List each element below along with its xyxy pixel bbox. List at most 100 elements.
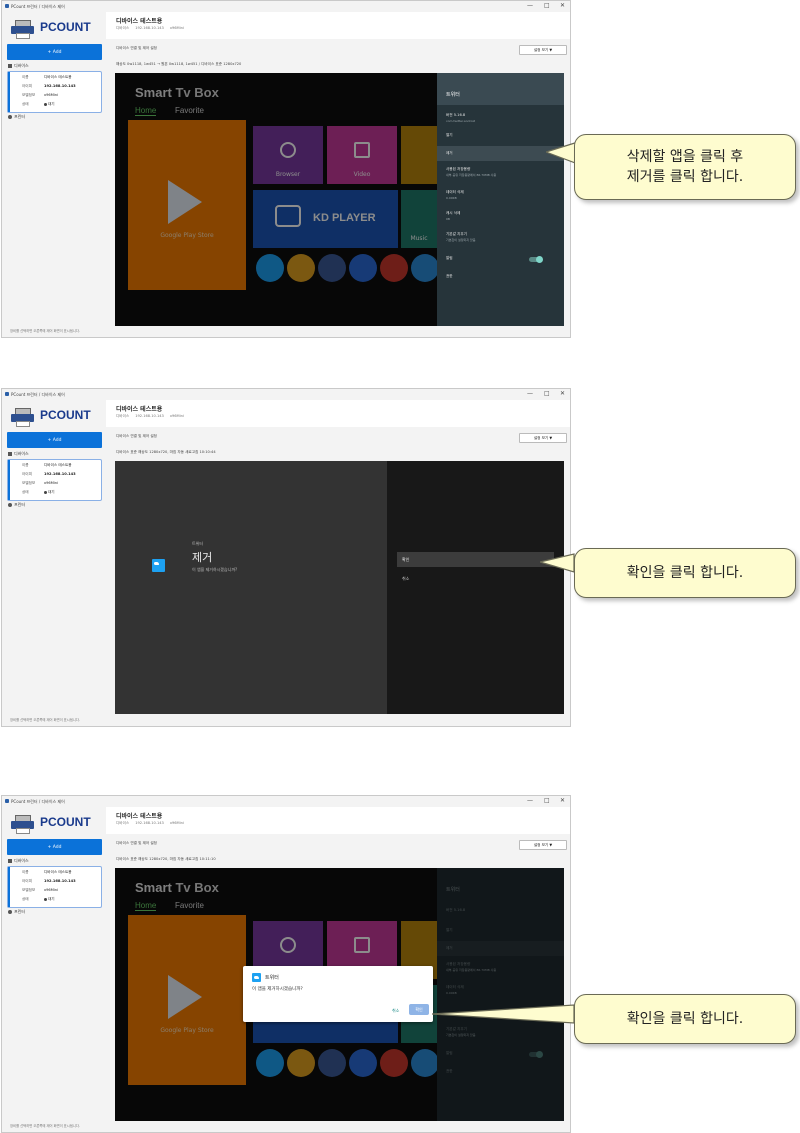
printer-logo-icon (10, 20, 36, 39)
nav-devices-label: 디바이스 (14, 63, 29, 68)
nav-devices[interactable]: 디바이스 (8, 63, 29, 69)
resolution-info: 해상도 0w1118, 1w451 → 원본 0w1118, 1w451 / 디… (116, 62, 242, 66)
device-title: 디바이스 테스트용 (116, 406, 163, 413)
settings-view-button[interactable]: 설정 보기 ▼ (519, 840, 567, 850)
confirm-question: 이 앱을 제거하시겠습니까? (192, 567, 238, 572)
kv-model: 모델정보 x96Mini (22, 888, 59, 892)
confirm-left-pane (115, 461, 387, 714)
sidebar: PCOUNT + Add 디바이스 이름 디바이스 테스트용 아이피 192.168… (2, 12, 106, 337)
app-remove-item[interactable]: 제거 (446, 151, 453, 156)
permissions-item[interactable]: 권한 (446, 274, 453, 279)
notifications-toggle[interactable] (529, 256, 543, 263)
default-open-item[interactable]: 기본값 지우기 기본값이 설정되지 않음 (446, 232, 476, 242)
app-storage-item[interactable]: 사용된 저장용량 내부 공유 저장용량에서 86.70MB 사용 (446, 167, 496, 177)
kv-ip: 아이피 192.168.10.143 (22, 879, 76, 883)
window-title: PCount 프린터 / 디바이스 제어 (11, 4, 65, 9)
main-area: 디바이스 테스트용 디바이스 192.168.10.143 x96Mini 디바이스… (106, 400, 570, 726)
device-icon (8, 859, 12, 863)
kv-model: 모델정보 x96Mini (22, 481, 59, 485)
printer-logo-icon (10, 408, 36, 427)
sidebar: PCOUNT + Add 디바이스 이름 디바이스 테스트용 아이피 192.168… (2, 400, 106, 726)
confirm-ok-button[interactable]: 확인 (402, 557, 409, 563)
app-info-panel: 트위터 버전 5.16.8 com.twitter.android 열기 제거 사… (437, 73, 564, 326)
window-title: PCount 프린터 / 디바이스 제어 (11, 799, 65, 804)
device-screen[interactable]: 트위터 제거 이 앱을 제거하시겠습니까? 확인 취소 (115, 461, 564, 714)
device-subtitle: 디바이스 192.168.10.143 x96Mini (116, 26, 184, 30)
kv-name: 이름 디바이스 테스트용 (22, 75, 72, 79)
callout-step1-line1: 삭제할 앱을 클릭 후 (626, 149, 744, 165)
close-button[interactable]: ✕ (560, 2, 565, 9)
brand-name: PCOUNT (40, 815, 91, 829)
device-screen[interactable]: Smart Tv Box Home Favorite Google Play S… (115, 73, 564, 326)
callout-pointer-3 (432, 1004, 575, 1024)
printer-icon (8, 503, 12, 507)
sidebar: PCOUNT + Add 디바이스 이름 디바이스 테스트용 아이피 192.168… (2, 807, 106, 1132)
nav-printer-label: 프린터 (14, 502, 26, 507)
minimize-button[interactable]: — (527, 2, 533, 9)
device-card[interactable]: 이름 디바이스 테스트용 아이피 192.168.10.143 모델정보 x96Min… (7, 71, 102, 113)
device-subtitle: 디바이스 192.168.10.143 x96Mini (116, 821, 184, 825)
nav-printer-label: 프린터 (14, 114, 26, 119)
nav-devices[interactable]: 디바이스 (8, 451, 29, 457)
callout-step2: 확인을 클릭 합니다. (574, 548, 796, 598)
device-screen[interactable]: Smart Tv Box Home Favorite Google Play S… (115, 868, 564, 1121)
status-dot-icon (44, 490, 47, 494)
twitter-icon (252, 973, 261, 982)
maximize-button[interactable]: □ (544, 390, 550, 397)
nav-devices[interactable]: 디바이스 (8, 858, 29, 864)
confirm-cancel-button[interactable]: 취소 (402, 576, 409, 582)
device-header: 디바이스 테스트용 디바이스 192.168.10.143 x96Mini (106, 12, 570, 39)
brand-name: PCOUNT (40, 20, 91, 34)
kv-status: 상태 대기 (22, 102, 55, 106)
device-card-accent (8, 867, 10, 907)
maximize-button[interactable]: □ (544, 2, 550, 9)
app-icon (5, 4, 9, 8)
app-icon (5, 392, 9, 396)
device-card[interactable]: 이름 디바이스 테스트용 아이피 192.168.10.143 모델정보 x96Min… (7, 866, 102, 908)
status-dot-icon (44, 102, 47, 106)
app-icon (5, 799, 9, 803)
status-dot-icon (44, 897, 47, 901)
selected-highlight (437, 146, 564, 161)
app-version: 버전 5.16.8 com.twitter.android (446, 113, 476, 123)
sidebar-footer: 장비를 선택하면 오른쪽에 제어 화면이 표시됩니다. (10, 718, 80, 722)
main-area: 디바이스 테스트용 디바이스 192.168.10.143 x96Mini 디바이스… (106, 12, 570, 337)
device-title: 디바이스 테스트용 (116, 813, 163, 820)
device-card[interactable]: 이름 디바이스 테스트용 아이피 192.168.10.143 모델정보 x96Min… (7, 459, 102, 501)
confirm-ok-highlight (397, 552, 554, 567)
settings-view-button[interactable]: 설정 보기 ▼ (519, 45, 567, 55)
dialog-ok-button[interactable]: 확인 (409, 1004, 429, 1015)
notifications-item[interactable]: 알림 (446, 256, 453, 261)
add-button[interactable]: + Add (7, 44, 102, 60)
confirm-app-name: 트위터 (192, 541, 204, 546)
close-button[interactable]: ✕ (560, 797, 565, 804)
sidebar-footer: 장비를 선택하면 오른쪽에 제어 화면이 표시됩니다. (10, 329, 80, 333)
app-window-step1: PCount 프린터 / 디바이스 제어 — □ ✕ PCOUNT + Add … (1, 0, 571, 338)
maximize-button[interactable]: □ (544, 797, 550, 804)
close-button[interactable]: ✕ (560, 390, 565, 397)
minimize-button[interactable]: — (527, 390, 533, 397)
minimize-button[interactable]: — (527, 797, 533, 804)
dialog-cancel-button[interactable]: 취소 (392, 1008, 399, 1014)
resolution-info: 디바이스 표준 해상도 1280x720, 마침 자동 새로고침 10:10:4… (116, 450, 216, 454)
main-area: 디바이스 테스트용 디바이스 192.168.10.143 x96Mini 디바이스… (106, 807, 570, 1132)
kv-status: 상태 대기 (22, 490, 55, 494)
kv-name: 이름 디바이스 테스트용 (22, 870, 72, 874)
toolbar-label: 디바이스 연결 및 제어 설정 (116, 434, 157, 438)
add-button[interactable]: + Add (7, 839, 102, 855)
app-info-title: 트위터 (446, 92, 460, 98)
printer-icon (8, 910, 12, 914)
kv-model: 모델정보 x96Mini (22, 93, 59, 97)
window-title: PCount 프린터 / 디바이스 제어 (11, 392, 65, 397)
nav-printer[interactable]: 프린터 (8, 114, 25, 120)
clear-cache-item[interactable]: 캐시 삭제 0B (446, 211, 460, 221)
app-open-item[interactable]: 열기 (446, 133, 453, 138)
kv-ip: 아이피 192.168.10.143 (22, 84, 76, 88)
nav-printer[interactable]: 프린터 (8, 909, 25, 915)
device-icon (8, 452, 12, 456)
settings-view-button[interactable]: 설정 보기 ▼ (519, 433, 567, 443)
add-button[interactable]: + Add (7, 432, 102, 448)
clear-data-item[interactable]: 데이터 삭제 0.00KB (446, 190, 464, 200)
nav-printer[interactable]: 프린터 (8, 502, 25, 508)
callout-step3-text: 확인을 클릭 합니다. (626, 1011, 744, 1027)
